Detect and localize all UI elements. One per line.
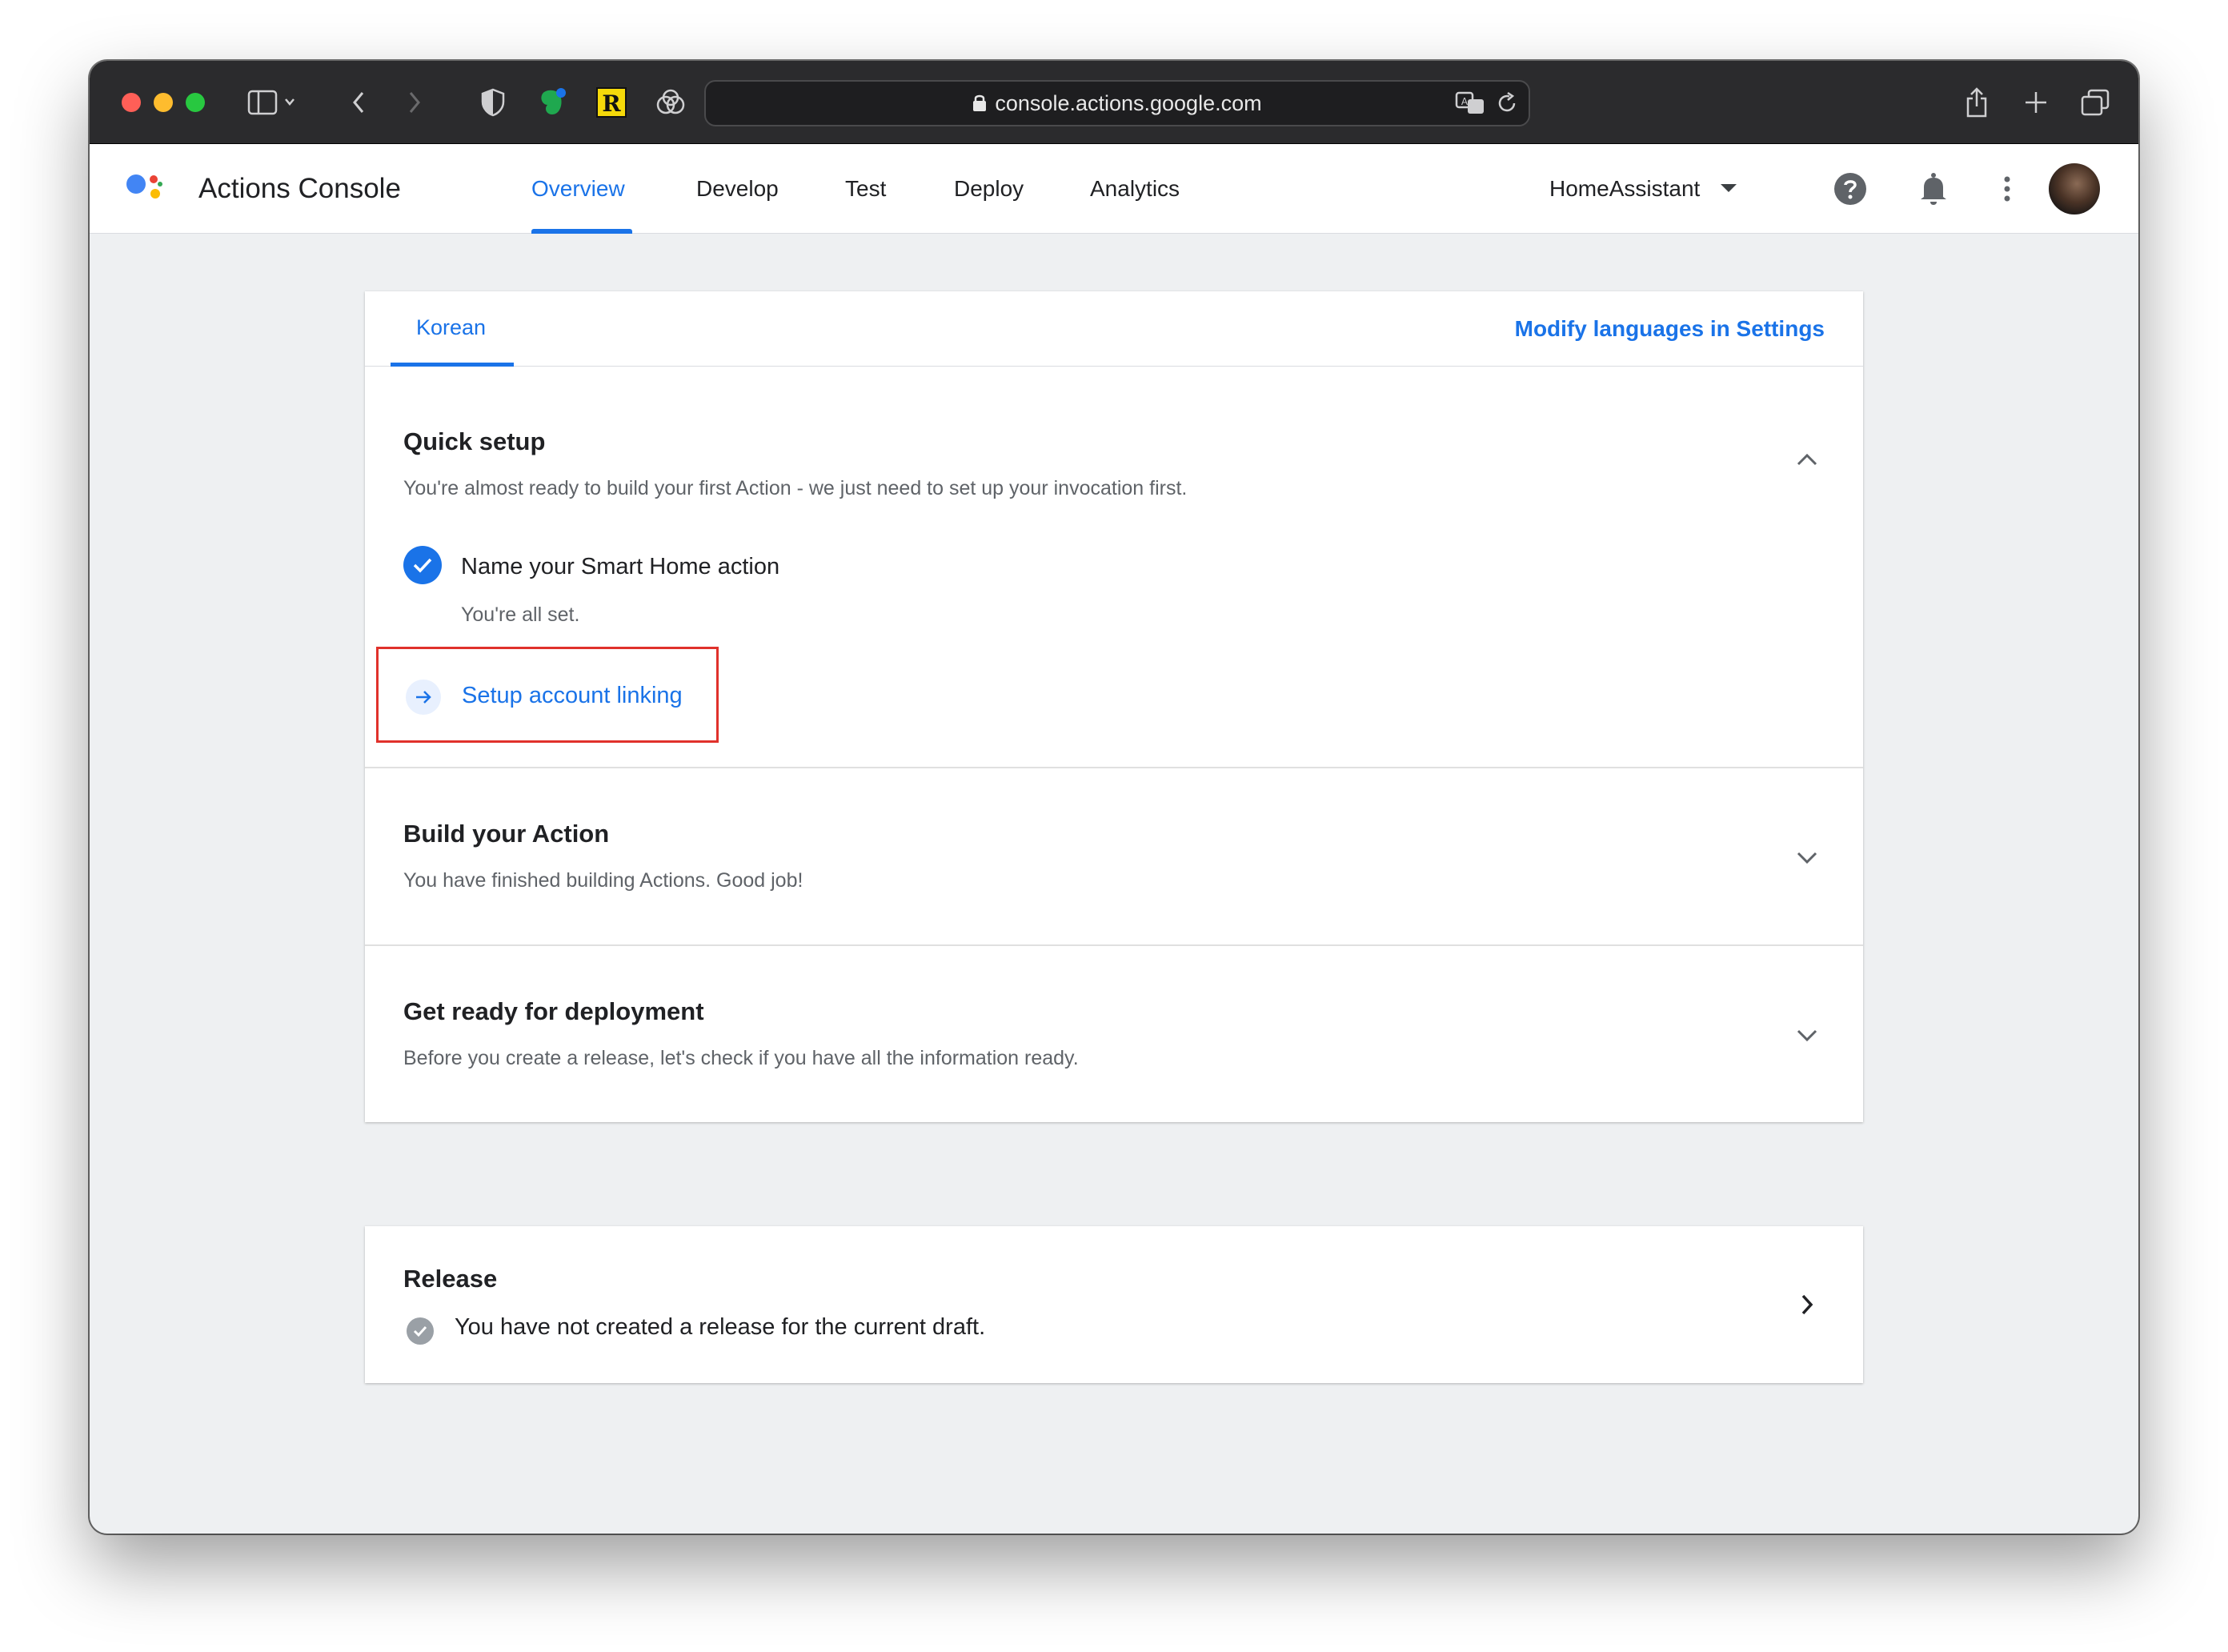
translate-icon[interactable]: A (1455, 90, 1487, 121)
extension-icon[interactable] (653, 85, 688, 120)
build-action-section[interactable]: Build your Action You have finished buil… (365, 768, 1863, 946)
tab-deploy[interactable]: Deploy (954, 144, 1024, 234)
tab-develop[interactable]: Develop (696, 144, 779, 234)
help-icon[interactable] (1829, 168, 1871, 210)
chevron-down-icon[interactable] (1793, 844, 1821, 872)
notifications-bell-icon[interactable] (1913, 168, 1954, 210)
app-header: Actions Console Overview Develop Test De… (90, 144, 2138, 234)
app-title[interactable]: Actions Console (198, 168, 401, 210)
chevron-down-icon[interactable] (1793, 1021, 1821, 1050)
quick-setup-section: Quick setup You're almost ready to build… (365, 367, 1863, 768)
language-bar: Korean Modify languages in Settings (365, 291, 1863, 367)
chevron-right-icon[interactable] (1793, 1290, 1821, 1319)
setup-account-linking-link[interactable]: Setup account linking (462, 649, 683, 742)
chevron-up-icon[interactable] (1793, 445, 1821, 474)
release-title: Release (403, 1265, 498, 1293)
tab-overview[interactable]: Overview (531, 144, 625, 234)
new-tab-icon[interactable] (2018, 85, 2054, 120)
svg-text:A: A (1461, 96, 1469, 107)
section-title: Quick setup (403, 427, 546, 455)
section-description: You have finished building Actions. Good… (403, 869, 803, 892)
minimize-window-button[interactable] (154, 93, 173, 112)
modify-languages-link[interactable]: Modify languages in Settings (1515, 291, 1825, 367)
step-name-action[interactable]: Name your Smart Home action (461, 554, 779, 580)
browser-window: R console.actions.google.com A Actions C… (90, 61, 2138, 1534)
active-tab-indicator (531, 229, 632, 234)
overview-card: Korean Modify languages in Settings Quic… (365, 291, 1863, 1122)
project-selector[interactable]: HomeAssistant (1549, 144, 1700, 234)
close-window-button[interactable] (122, 93, 141, 112)
sidebar-toggle-icon[interactable] (245, 85, 301, 120)
google-assistant-logo-icon[interactable] (123, 166, 168, 211)
share-icon[interactable] (1959, 85, 1994, 120)
more-options-icon[interactable] (1986, 168, 2028, 210)
reader-extension-icon[interactable]: R (594, 85, 629, 120)
section-title: Get ready for deployment (403, 997, 704, 1025)
privacy-shield-icon[interactable] (475, 85, 511, 120)
release-card[interactable]: Release You have not created a release f… (365, 1226, 1863, 1383)
browser-toolbar: R console.actions.google.com A (90, 61, 2138, 144)
reload-icon[interactable] (1495, 91, 1519, 119)
step-status: You're all set. (461, 603, 580, 626)
tab-analytics[interactable]: Analytics (1090, 144, 1180, 234)
lock-icon (972, 83, 987, 126)
arrow-right-icon (406, 680, 441, 715)
section-description: Before you create a release, let's check… (403, 1047, 1079, 1069)
release-status: You have not created a release for the c… (455, 1314, 986, 1340)
deployment-section[interactable]: Get ready for deployment Before you crea… (365, 946, 1863, 1122)
zoom-window-button[interactable] (186, 93, 205, 112)
back-icon[interactable] (344, 85, 373, 120)
section-title: Build your Action (403, 820, 610, 848)
checkmark-icon (403, 546, 442, 584)
tab-overview-icon[interactable] (2078, 85, 2113, 120)
check-circle-icon (407, 1317, 434, 1345)
setup-account-linking-step[interactable]: Setup account linking (376, 647, 719, 743)
evernote-extension-icon[interactable] (535, 85, 570, 120)
url-text: console.actions.google.com (995, 91, 1262, 115)
tab-test[interactable]: Test (845, 144, 886, 234)
address-bar[interactable]: console.actions.google.com A (704, 80, 1530, 126)
svg-text:R: R (602, 90, 621, 117)
avatar[interactable] (2049, 163, 2100, 215)
forward-icon[interactable] (400, 85, 429, 120)
section-description: You're almost ready to build your first … (403, 477, 1188, 499)
language-tab-korean[interactable]: Korean (416, 291, 486, 363)
dropdown-caret-icon[interactable] (1721, 184, 1737, 192)
